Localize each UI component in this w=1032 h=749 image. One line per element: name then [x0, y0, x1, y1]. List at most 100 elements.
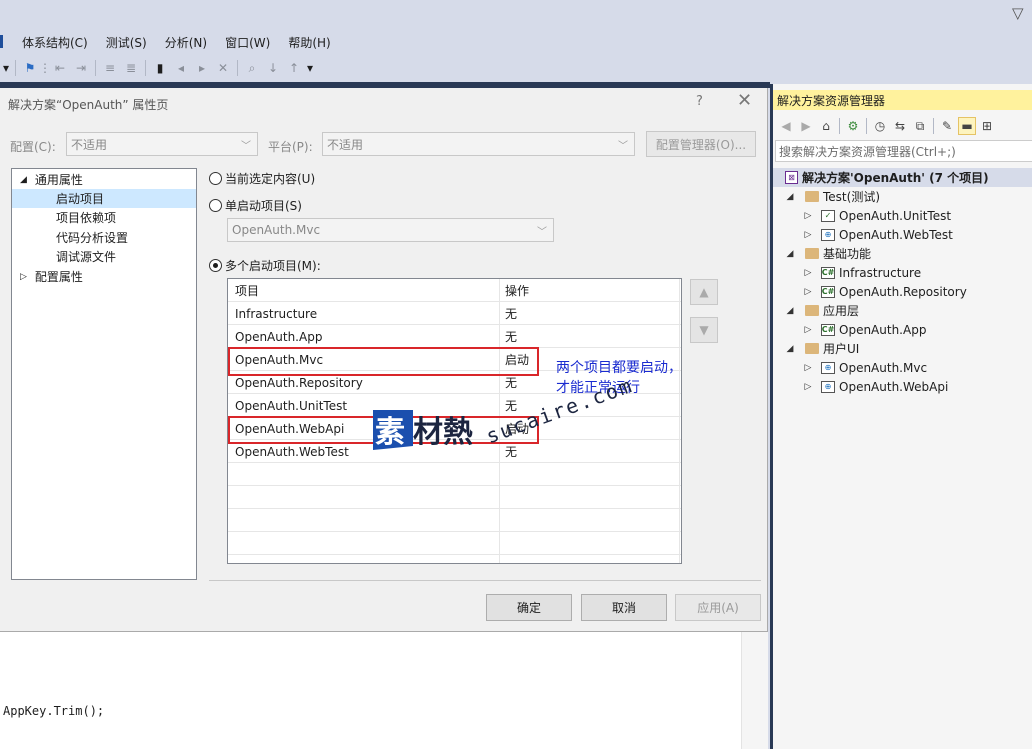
expanded-triangle-icon[interactable]: ◢ — [785, 344, 795, 354]
chevron-down-icon: ﹀ — [537, 226, 547, 238]
indent-right-icon[interactable]: ⇥ — [72, 59, 90, 77]
collapsed-triangle-icon[interactable]: ▷ — [20, 272, 27, 282]
folder-node-application[interactable]: ◢ 应用层 — [785, 301, 859, 320]
expanded-triangle-icon[interactable]: ◢ — [785, 192, 795, 202]
folder-icon — [805, 343, 819, 354]
tree-item-startup-project[interactable]: 启动项目 — [12, 189, 196, 208]
menu-window[interactable]: 窗口(W) — [216, 32, 279, 52]
menu-analyze[interactable]: 分析(N) — [156, 32, 216, 52]
project-label: OpenAuth.Mvc — [839, 360, 928, 375]
collapsed-triangle-icon[interactable]: ▷ — [803, 382, 813, 392]
close-button[interactable]: ✕ — [737, 90, 752, 111]
project-node-mvc[interactable]: ▷ ⊕ OpenAuth.Mvc — [803, 358, 928, 377]
code-editor[interactable]: AppKey.Trim(); — [0, 632, 768, 749]
chevron-down-icon: ﹀ — [241, 140, 251, 152]
folder-node-infrastructure[interactable]: ◢ 基础功能 — [785, 244, 871, 263]
cell-action[interactable]: 无 — [505, 325, 517, 348]
find-in-files-icon[interactable]: ⌕ — [243, 59, 261, 77]
step-down-icon[interactable]: ↓ — [264, 59, 282, 77]
toolbar-separator — [145, 60, 146, 76]
find-icon[interactable]: ⚑ — [21, 59, 39, 77]
sync-icon[interactable]: ⚙ — [844, 117, 862, 135]
radio-single-startup[interactable]: 单启动项目(S) — [209, 197, 302, 214]
apply-button[interactable]: 应用(A) — [675, 594, 761, 621]
help-button[interactable]: ? — [696, 94, 703, 109]
config-manager-button[interactable]: 配置管理器(O)... — [646, 131, 756, 157]
ok-button[interactable]: 确定 — [486, 594, 572, 621]
code-line[interactable]: AppKey.Trim(); — [3, 704, 104, 718]
toolbar-overflow-icon[interactable]: ▾ — [306, 59, 314, 77]
platform-combo[interactable]: 不适用 ﹀ — [322, 132, 635, 156]
tree-node-common[interactable]: ◢ 通用属性 — [20, 170, 83, 189]
radio-circle[interactable] — [209, 172, 222, 185]
header-action[interactable]: 操作 — [505, 279, 529, 302]
collapsed-triangle-icon[interactable]: ▷ — [803, 287, 813, 297]
single-startup-combo[interactable]: OpenAuth.Mvc ﹀ — [227, 218, 554, 242]
project-node-repository[interactable]: ▷ C# OpenAuth.Repository — [803, 282, 967, 301]
radio-multiple-startup[interactable]: 多个启动项目(M): — [209, 257, 321, 274]
project-node-infrastructure[interactable]: ▷ C# Infrastructure — [803, 263, 922, 282]
cancel-button[interactable]: 取消 — [581, 594, 667, 621]
table-row[interactable]: Infrastructure 无 — [228, 302, 681, 325]
step-up-icon[interactable]: ↑ — [285, 59, 303, 77]
collapsed-triangle-icon[interactable]: ▷ — [803, 230, 813, 240]
project-node-webtest[interactable]: ▷ ⊕ OpenAuth.WebTest — [803, 225, 953, 244]
dropdown-arrow-icon[interactable]: ▾ — [2, 59, 10, 77]
tree-item-debug-sources[interactable]: 调试源文件 — [56, 247, 116, 266]
empty-row — [228, 486, 681, 509]
cell-action[interactable]: 无 — [505, 302, 517, 325]
project-node-unittest[interactable]: ▷ ✓ OpenAuth.UnitTest — [803, 206, 952, 225]
expanded-triangle-icon[interactable]: ◢ — [20, 175, 27, 185]
folder-icon — [805, 305, 819, 316]
project-node-app[interactable]: ▷ C# OpenAuth.App — [803, 320, 927, 339]
csharp-project-icon: C# — [821, 323, 835, 336]
radio-circle-selected[interactable] — [209, 259, 222, 272]
table-row[interactable]: OpenAuth.App 无 — [228, 325, 681, 348]
uncomment-icon[interactable]: ≣ — [122, 59, 140, 77]
properties-icon[interactable]: ✎ — [938, 117, 956, 135]
menu-test[interactable]: 测试(S) — [97, 32, 156, 52]
pending-changes-icon[interactable]: ◷ — [871, 117, 889, 135]
clear-bookmarks-icon[interactable]: ✕ — [214, 59, 232, 77]
tree-item-code-analysis[interactable]: 代码分析设置 — [56, 228, 128, 247]
refresh-icon[interactable]: ⇆ — [891, 117, 909, 135]
expanded-triangle-icon[interactable]: ◢ — [785, 249, 795, 259]
forward-icon[interactable]: ▶ — [797, 117, 815, 135]
radio-circle[interactable] — [209, 199, 222, 212]
tree-node-label: 配置属性 — [34, 270, 83, 284]
filter-icon[interactable]: ▽ — [1012, 4, 1024, 22]
comment-icon[interactable]: ≡ — [101, 59, 119, 77]
tree-node-config-props[interactable]: ▷ 配置属性 — [20, 267, 83, 286]
folder-node-user-ui[interactable]: ◢ 用户UI — [785, 339, 860, 358]
solution-explorer: 解决方案资源管理器 ◀ ▶ ⌂ ⚙ ◷ ⇆ ⧉ ✎ ▬ ⊞ 搜索解决方案资源管理… — [770, 84, 1032, 749]
home-icon[interactable]: ⌂ — [817, 117, 835, 135]
move-down-button[interactable]: ▼ — [690, 317, 718, 343]
back-icon[interactable]: ◀ — [777, 117, 795, 135]
collapsed-triangle-icon[interactable]: ▷ — [803, 363, 813, 373]
collapse-all-icon[interactable]: ⧉ — [911, 117, 929, 135]
project-label: OpenAuth.WebApi — [839, 379, 949, 394]
class-view-icon[interactable]: ⊞ — [978, 117, 996, 135]
prev-bookmark-icon[interactable]: ◂ — [172, 59, 190, 77]
bookmark-icon[interactable]: ▮ — [151, 59, 169, 77]
solution-node[interactable]: ⊠ 解决方案'OpenAuth' (7 个项目) — [773, 168, 1032, 187]
collapsed-triangle-icon[interactable]: ▷ — [803, 268, 813, 278]
project-node-webapi[interactable]: ▷ ⊕ OpenAuth.WebApi — [803, 377, 949, 396]
collapsed-triangle-icon[interactable]: ▷ — [803, 211, 813, 221]
next-bookmark-icon[interactable]: ▸ — [193, 59, 211, 77]
header-project[interactable]: 项目 — [235, 279, 259, 302]
preview-icon[interactable]: ▬ — [958, 117, 976, 135]
tree-item-dependencies[interactable]: 项目依赖项 — [56, 208, 116, 227]
menu-architecture[interactable]: 体系结构(C) — [13, 32, 97, 52]
radio-current-selection[interactable]: 当前选定内容(U) — [209, 170, 315, 187]
config-combo[interactable]: 不适用 ﹀ — [66, 132, 258, 156]
menu-help[interactable]: 帮助(H) — [279, 32, 339, 52]
expanded-triangle-icon[interactable]: ◢ — [785, 306, 795, 316]
folder-node-test[interactable]: ◢ Test(测试) — [785, 187, 880, 206]
tree-item-label: 代码分析设置 — [56, 231, 129, 245]
solution-search-input[interactable]: 搜索解决方案资源管理器(Ctrl+;) — [775, 140, 1032, 162]
editor-scrollbar[interactable] — [741, 632, 768, 749]
move-up-button[interactable]: ▲ — [690, 279, 718, 305]
collapsed-triangle-icon[interactable]: ▷ — [803, 325, 813, 335]
indent-left-icon[interactable]: ⇤ — [51, 59, 69, 77]
